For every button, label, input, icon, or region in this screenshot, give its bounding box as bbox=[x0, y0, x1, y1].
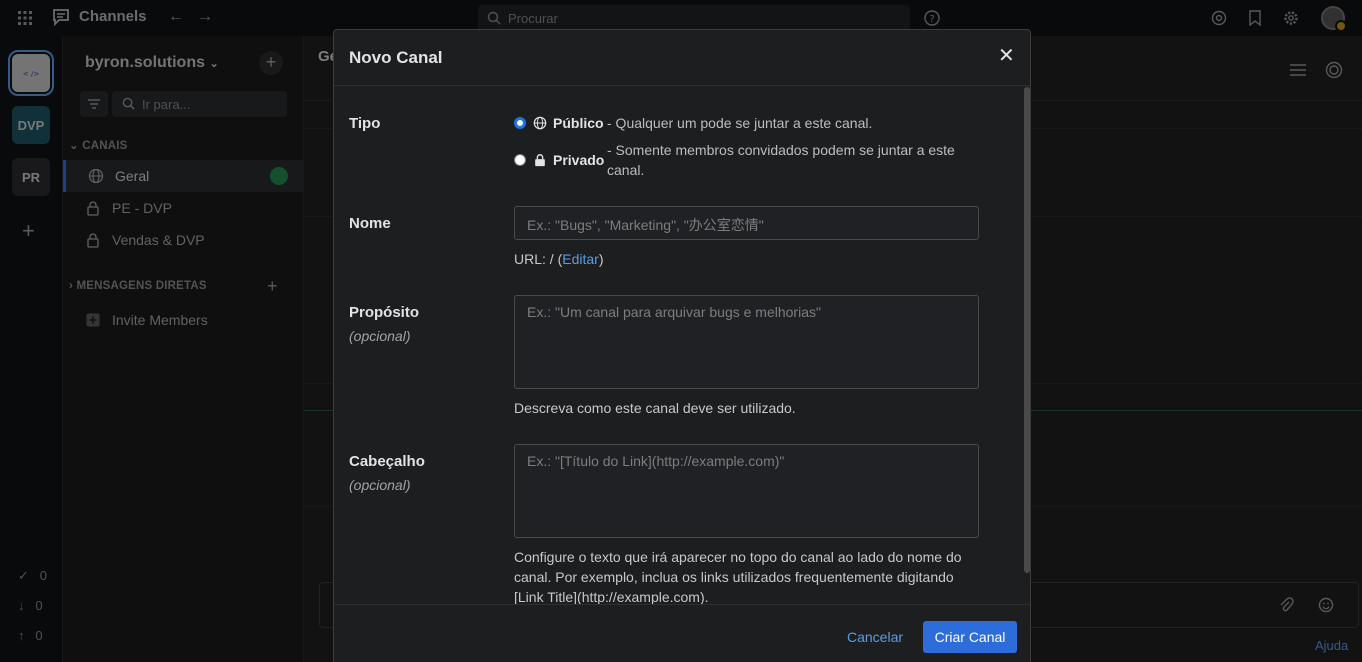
modal-body: Tipo Público - Qualquer um pode se junta… bbox=[334, 87, 1030, 604]
purpose-optional: (opcional) bbox=[349, 328, 411, 344]
purpose-placeholder: Ex.: "Um canal para arquivar bugs e melh… bbox=[527, 304, 821, 320]
public-option-title[interactable]: Público bbox=[553, 115, 604, 131]
header-textarea[interactable]: Ex.: "[Título do Link](http://example.co… bbox=[514, 444, 979, 538]
header-optional: (opcional) bbox=[349, 477, 411, 493]
public-option-desc: - Qualquer um pode se juntar a este cana… bbox=[607, 115, 873, 131]
private-option-title[interactable]: Privado bbox=[553, 152, 604, 168]
purpose-help: Descreva como este canal deve ser utiliz… bbox=[514, 400, 796, 416]
private-option-desc: - Somente membros convidados podem se ju… bbox=[607, 142, 955, 178]
purpose-textarea[interactable]: Ex.: "Um canal para arquivar bugs e melh… bbox=[514, 295, 979, 389]
name-input[interactable]: Ex.: "Bugs", "Marketing", "办公室恋情" bbox=[514, 206, 979, 240]
name-label: Nome bbox=[349, 215, 391, 232]
purpose-label: Propósito bbox=[349, 304, 419, 321]
url-line: URL: / (Editar) bbox=[514, 251, 604, 267]
modal-title: Novo Canal bbox=[349, 48, 443, 67]
modal-header: Novo Canal ✕ bbox=[334, 30, 1030, 86]
type-label: Tipo bbox=[349, 115, 381, 132]
private-radio[interactable] bbox=[514, 154, 526, 166]
public-radio[interactable] bbox=[514, 117, 526, 129]
name-placeholder: Ex.: "Bugs", "Marketing", "办公室恋情" bbox=[527, 217, 764, 233]
modal-footer: Cancelar Criar Canal bbox=[334, 604, 1030, 662]
close-icon[interactable]: ✕ bbox=[998, 46, 1015, 66]
lock-icon bbox=[535, 154, 545, 167]
create-channel-button[interactable]: Criar Canal bbox=[923, 621, 1017, 653]
globe-icon bbox=[533, 116, 547, 130]
edit-url-link[interactable]: Editar bbox=[562, 251, 599, 267]
new-channel-modal: Novo Canal ✕ Tipo Público - Qualquer um … bbox=[333, 29, 1031, 662]
header-label: Cabeçalho bbox=[349, 453, 425, 470]
header-placeholder: Ex.: "[Título do Link](http://example.co… bbox=[527, 453, 785, 469]
cancel-button[interactable]: Cancelar bbox=[847, 621, 903, 653]
modal-scrollbar[interactable] bbox=[1024, 87, 1030, 573]
header-help: Configure o texto que irá aparecer no to… bbox=[514, 549, 962, 604]
